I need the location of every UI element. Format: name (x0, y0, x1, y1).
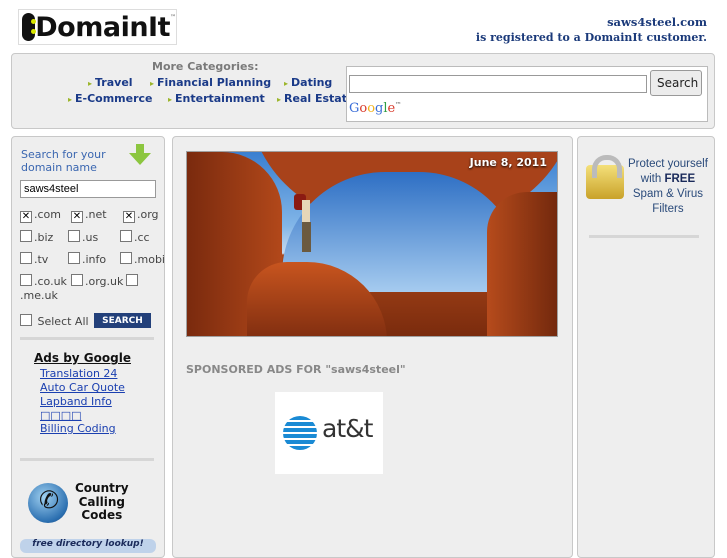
tld-label-me-uk: .me.uk (20, 289, 58, 302)
tld-checkbox-cc[interactable]: .cc (120, 230, 150, 244)
checkbox-icon (120, 230, 132, 242)
hiker-figure (294, 194, 316, 254)
sponsored-ads-title: SPONSORED ADS FOR "saws4steel" (186, 363, 406, 376)
spam-filter-ad[interactable]: Protect yourself with FREE Spam & Virus … (586, 155, 711, 217)
bullet-icon: ▸ (68, 95, 73, 104)
bullet-icon: ▸ (284, 79, 289, 88)
web-search-input[interactable] (349, 75, 647, 93)
phone-icon: ✆ (39, 486, 60, 514)
tld-checkbox-com[interactable]: ✕ .com (20, 208, 61, 223)
hero-image: June 8, 2011 (186, 151, 558, 337)
google-logo: Google™ (349, 101, 402, 116)
tld-checkbox-us[interactable]: .us (68, 230, 98, 244)
category-real-estate[interactable]: ▸ Real Estate (277, 92, 354, 105)
category-e-commerce[interactable]: ▸ E-Commerce (68, 92, 153, 105)
checkbox-icon (120, 252, 132, 264)
checkbox-checked-icon: ✕ (20, 211, 32, 223)
checkbox-icon (20, 314, 32, 326)
divider (20, 458, 154, 461)
ad-link-lapband-info[interactable]: Lapband Info (40, 395, 112, 408)
tld-checkbox-net[interactable]: ✕ .net (71, 208, 107, 223)
tld-checkbox-org[interactable]: ✕ .org (123, 208, 159, 223)
free-directory-banner[interactable]: free directory lookup! (20, 539, 156, 553)
logo-trademark: ™ (170, 14, 176, 21)
categories-title: More Categories: (152, 60, 259, 73)
checkbox-icon (126, 274, 138, 286)
country-calling-codes-ad[interactable]: ✆ Country Calling Codes (27, 481, 157, 528)
category-entertainment[interactable]: ▸ Entertainment (168, 92, 265, 105)
category-dating[interactable]: ▸ Dating (284, 76, 332, 89)
ad-link-unreadable[interactable]: □□□□ (40, 409, 82, 422)
category-travel[interactable]: ▸ Travel (88, 76, 133, 89)
right-sidebar-panel: Protect yourself with FREE Spam & Virus … (577, 136, 715, 558)
hero-date: June 8, 2011 (469, 156, 547, 169)
checkbox-checked-icon: ✕ (71, 211, 83, 223)
right-rock (487, 192, 557, 336)
checkbox-icon (71, 274, 83, 286)
tld-checkbox-co-uk[interactable]: .co.uk (20, 274, 67, 288)
checkbox-icon (20, 274, 32, 286)
registered-domain: saws4steel.com (607, 15, 707, 29)
ad-link-translation[interactable]: Translation 24 (40, 367, 117, 380)
tld-checkbox-mobi[interactable]: .mobi (120, 252, 165, 266)
domain-search-button[interactable]: SEARCH (94, 313, 151, 328)
bullet-icon: ▸ (168, 95, 173, 104)
country-calling-codes-text: Country Calling Codes (75, 481, 129, 522)
domain-search-panel: Search for your domain name ✕.com ✕.net … (11, 136, 165, 558)
tld-checkbox-biz[interactable]: .biz (20, 230, 53, 244)
bullet-icon: ▸ (88, 79, 93, 88)
divider (20, 337, 154, 340)
main-content-panel: June 8, 2011 SPONSORED ADS FOR "saws4ste… (172, 136, 573, 558)
checkbox-icon (68, 252, 80, 264)
att-logo-text: at&t (322, 414, 373, 443)
logo-mark-icon (22, 13, 37, 41)
down-arrow-icon (129, 144, 151, 165)
logo-text: DomainIt (35, 11, 170, 43)
checkbox-checked-icon: ✕ (123, 211, 135, 223)
web-search-button[interactable]: Search (650, 70, 702, 96)
att-globe-icon (283, 416, 317, 450)
bullet-icon: ▸ (150, 79, 155, 88)
ad-link-billing-coding[interactable]: Billing Coding (40, 422, 116, 435)
google-search-box: Search Google™ (346, 66, 708, 122)
select-all-checkbox[interactable]: Select All (20, 314, 89, 328)
checkbox-icon (20, 252, 32, 264)
domain-name-input[interactable] (20, 180, 156, 198)
checkbox-icon (68, 230, 80, 242)
bullet-icon: ▸ (277, 95, 282, 104)
checkbox-icon (20, 230, 32, 242)
ads-by-google-title[interactable]: Ads by Google (34, 351, 131, 365)
spam-filter-ad-text: Protect yourself with FREE Spam & Virus … (628, 158, 708, 215)
category-financial-planning[interactable]: ▸ Financial Planning (150, 76, 271, 89)
registered-text: is registered to a DomainIt customer. (475, 31, 707, 44)
registration-notice: saws4steel.com is registered to a Domain… (476, 15, 707, 45)
att-sponsored-ad[interactable]: at&t (275, 392, 383, 474)
tld-checkbox-me-uk[interactable] (126, 274, 140, 288)
divider (589, 235, 699, 238)
tld-checkbox-org-uk[interactable]: .org.uk (71, 274, 123, 288)
tld-checkbox-tv[interactable]: .tv (20, 252, 48, 266)
ad-link-auto-car-quote[interactable]: Auto Car Quote (40, 381, 125, 394)
categories-panel: More Categories: ▸ Travel ▸ Financial Plan… (11, 53, 715, 129)
padlock-icon (586, 155, 624, 199)
domainit-logo[interactable]: DomainIt ™ (18, 9, 177, 45)
domain-search-label: Search for your domain name (21, 148, 106, 174)
tld-checkbox-info[interactable]: .info (68, 252, 106, 266)
